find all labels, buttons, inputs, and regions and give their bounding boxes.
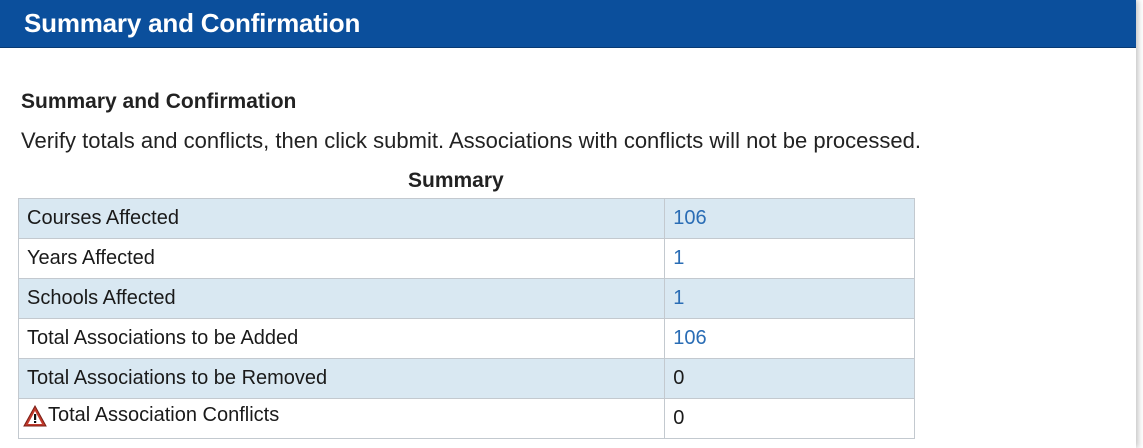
associations-added-link[interactable]: 106 — [673, 327, 706, 349]
warning-icon — [23, 404, 47, 427]
instructions-text: Verify totals and conflicts, then click … — [21, 128, 921, 153]
table-row: Total Associations to be Removed 0 — [17, 358, 915, 399]
table-row: Years Affected 1 — [17, 238, 915, 279]
row-label-with-icon: Total Association Conflicts — [17, 398, 666, 439]
row-value-cell: 106 — [664, 198, 915, 239]
row-label: Years Affected — [17, 238, 666, 279]
row-value-cell: 1 — [664, 238, 915, 279]
summary-panel: Summary and Confirmation Summary and Con… — [0, 0, 1136, 448]
table-row: Total Associations to be Added 106 — [17, 318, 915, 359]
table-row: Total Association Conflicts 0 — [17, 398, 915, 439]
panel-header-title: Summary and Confirmation — [24, 8, 361, 38]
summary-table-caption: Summary — [408, 169, 504, 192]
association-conflicts-value: 0 — [673, 407, 685, 429]
panel-header: Summary and Confirmation — [0, 0, 1136, 48]
summary-table: Courses Affected 106 Years Affected 1 Sc… — [17, 198, 915, 439]
associations-removed-value: 0 — [673, 367, 685, 389]
schools-affected-link[interactable]: 1 — [673, 287, 684, 309]
row-label: Courses Affected — [17, 198, 666, 239]
years-affected-link[interactable]: 1 — [673, 247, 684, 269]
row-value-cell: 1 — [664, 278, 915, 319]
section-title: Summary and Confirmation — [21, 90, 297, 113]
row-value-cell: 0 — [664, 358, 915, 399]
table-row: Schools Affected 1 — [17, 278, 915, 319]
row-label: Total Associations to be Removed — [17, 358, 666, 399]
row-value-cell: 0 — [664, 398, 915, 439]
row-value-cell: 106 — [664, 318, 915, 359]
row-label: Total Association Conflicts — [48, 404, 280, 427]
row-label: Schools Affected — [17, 278, 666, 319]
courses-affected-link[interactable]: 106 — [673, 207, 706, 229]
row-label: Total Associations to be Added — [17, 318, 666, 359]
table-row: Courses Affected 106 — [17, 198, 915, 239]
